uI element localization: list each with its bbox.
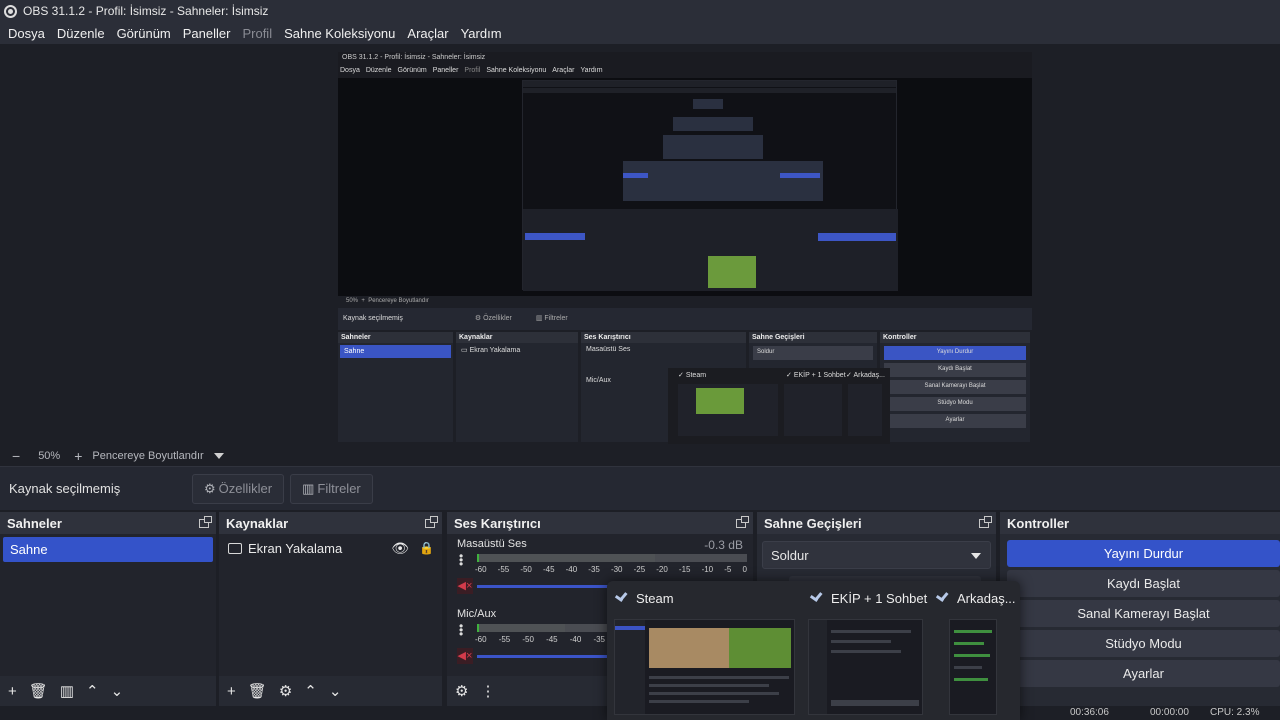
sources-toolbar: + 🗑 ⚙ ⌃ ⌄ xyxy=(219,676,442,706)
menu-docks[interactable]: Paneller xyxy=(177,26,237,41)
menu-profile[interactable]: Profil xyxy=(236,26,278,41)
channel-db: -0.3 dB xyxy=(704,538,743,552)
speaker-muted-icon[interactable]: ◀× xyxy=(457,648,473,664)
gear-icon[interactable]: ⚙ xyxy=(455,682,468,700)
preview-nested-title: OBS 31.1.2 - Profil: İsimsiz - Sahneler:… xyxy=(338,52,1032,65)
chevron-down-icon[interactable]: ⌄ xyxy=(111,682,124,700)
window-title: OBS 31.1.2 - Profil: İsimsiz - Sahneler:… xyxy=(23,4,269,18)
preview-canvas[interactable]: OBS 31.1.2 - Profil: İsimsiz - Sahneler:… xyxy=(338,52,1032,444)
steam-icon xyxy=(936,592,949,605)
volume-meter xyxy=(477,554,747,562)
add-source-icon[interactable]: + xyxy=(227,683,236,700)
chevron-down-icon xyxy=(971,553,981,559)
obs-logo-icon xyxy=(4,4,17,18)
start-virtual-camera-button[interactable]: Sanal Kamerayı Başlat xyxy=(1007,600,1280,627)
popup-tab-steam[interactable]: Steam xyxy=(615,591,674,606)
source-item[interactable]: Ekran Yakalama 👁 🔒 xyxy=(219,534,442,562)
studio-mode-button[interactable]: Stüdyo Modu xyxy=(1007,630,1280,657)
taskbar-preview-popup: Steam EKİP + 1 Sohbet Arkadaş... xyxy=(607,581,1020,720)
trash-icon[interactable]: 🗑 xyxy=(29,682,48,700)
scenes-header: Sahneler xyxy=(0,512,216,534)
popup-tab-team-chat[interactable]: EKİP + 1 Sohbet xyxy=(810,591,927,606)
controls-header: Kontroller xyxy=(1000,512,1280,534)
source-properties-bar: Kaynak seçilmemiş ⚙ Özellikler ▥ Filtrel… xyxy=(0,466,1280,510)
meter-scale: -60 -55 -50 -45 -40 -35 -30 -25 -20 -15 -10 -5 0 xyxy=(475,565,747,574)
undock-icon[interactable] xyxy=(199,515,212,528)
team-chat-thumbnail[interactable] xyxy=(808,619,923,715)
dots-vertical-icon[interactable]: • • • xyxy=(459,550,463,570)
preview-nested-menu: Dosya Düzenle Görünüm Paneller Profil Sahne K… xyxy=(338,65,1032,78)
filters-button[interactable]: ▥ Filtreler xyxy=(290,473,373,504)
stop-streaming-button[interactable]: Yayını Durdur xyxy=(1007,540,1280,567)
meter-scale: -60 -55 -50 -45 -40 -35 xyxy=(475,635,605,644)
gear-icon[interactable]: ⚙ xyxy=(279,682,292,700)
filter-icon: ▥ xyxy=(302,480,315,496)
zoom-level: 50% xyxy=(38,450,61,462)
lock-icon[interactable]: 🔒 xyxy=(419,541,434,555)
menu-scene-collection[interactable]: Sahne Koleksiyonu xyxy=(278,26,401,41)
eye-icon[interactable]: 👁 xyxy=(391,540,409,557)
zoom-bar: − 50% + Pencereye Boyutlandır xyxy=(0,446,1280,466)
audio-mixer-header: Ses Karıştırıcı xyxy=(447,512,753,534)
start-recording-button[interactable]: Kaydı Başlat xyxy=(1007,570,1280,597)
zoom-out-button[interactable]: − xyxy=(12,448,20,464)
undock-icon[interactable] xyxy=(425,515,438,528)
popup-tab-friends[interactable]: Arkadaş... xyxy=(936,591,1016,606)
controls-body: Yayını Durdur Kaydı Başlat Sanal Kameray… xyxy=(1000,534,1280,706)
channel-name: Masaüstü Ses xyxy=(457,538,527,550)
menu-tools[interactable]: Araçlar xyxy=(401,26,454,41)
scene-transitions-header: Sahne Geçişleri xyxy=(757,512,996,534)
undock-icon[interactable] xyxy=(736,515,749,528)
sources-dock: Kaynaklar Ekran Yakalama 👁 🔒 + 🗑 ⚙ ⌃ ⌄ xyxy=(219,512,442,706)
menu-view[interactable]: Görünüm xyxy=(111,26,177,41)
scenes-toolbar: + 🗑 ▥ ⌃ ⌄ xyxy=(0,676,216,706)
controls-dock: Kontroller Yayını Durdur Kaydı Başlat Sa… xyxy=(1000,512,1280,706)
chevron-up-icon[interactable]: ⌃ xyxy=(304,682,317,700)
steam-window-thumbnail[interactable] xyxy=(614,619,795,715)
filter-icon[interactable]: ▥ xyxy=(60,682,74,700)
menu-help[interactable]: Yardım xyxy=(455,26,508,41)
cpu-usage: CPU: 2.3% xyxy=(1210,707,1260,718)
title-bar: OBS 31.1.2 - Profil: İsimsiz - Sahneler:… xyxy=(0,0,1280,22)
record-time: 00:00:00 xyxy=(1150,707,1189,718)
trash-icon[interactable]: 🗑 xyxy=(248,682,267,700)
gear-icon: ⚙ xyxy=(204,480,216,496)
menu-file[interactable]: Dosya xyxy=(2,26,51,41)
speaker-muted-icon[interactable]: ◀× xyxy=(457,578,473,594)
fit-to-window-label[interactable]: Pencereye Boyutlandır xyxy=(92,450,203,462)
monitor-icon xyxy=(228,542,242,554)
steam-icon xyxy=(615,592,628,605)
preview-nested-bottom: 50% + Pencereye Boyutlandır Kaynak seçil… xyxy=(338,296,1032,444)
add-scene-icon[interactable]: + xyxy=(8,683,17,700)
scenes-dock: Sahneler Sahne + 🗑 ▥ ⌃ ⌄ xyxy=(0,512,216,706)
scenes-list: Sahne xyxy=(0,534,216,676)
chevron-up-icon[interactable]: ⌃ xyxy=(86,682,99,700)
dots-vertical-icon[interactable]: • • • xyxy=(459,620,463,640)
menu-edit[interactable]: Düzenle xyxy=(51,26,111,41)
zoom-dropdown-icon[interactable] xyxy=(213,453,224,459)
undock-icon[interactable] xyxy=(979,515,992,528)
dots-vertical-icon[interactable]: ⋮ xyxy=(480,682,495,700)
chevron-down-icon[interactable]: ⌄ xyxy=(329,682,342,700)
steam-icon xyxy=(810,592,823,605)
no-source-label: Kaynak seçilmemiş xyxy=(9,481,121,496)
friends-list-thumbnail[interactable] xyxy=(949,619,997,715)
zoom-in-button[interactable]: + xyxy=(74,448,82,464)
menu-bar: Dosya Düzenle Görünüm Paneller Profil Sa… xyxy=(0,22,1280,44)
properties-button[interactable]: ⚙ Özellikler xyxy=(192,473,285,504)
preview-area[interactable]: OBS 31.1.2 - Profil: İsimsiz - Sahneler:… xyxy=(0,44,1280,446)
scene-item[interactable]: Sahne xyxy=(3,537,213,562)
stream-time: 00:36:06 xyxy=(1070,707,1109,718)
transition-select[interactable]: Soldur xyxy=(762,541,991,569)
preview-nested-inner xyxy=(522,80,898,291)
sources-header: Kaynaklar xyxy=(219,512,442,534)
settings-button[interactable]: Ayarlar xyxy=(1007,660,1280,687)
sources-list: Ekran Yakalama 👁 🔒 xyxy=(219,534,442,676)
